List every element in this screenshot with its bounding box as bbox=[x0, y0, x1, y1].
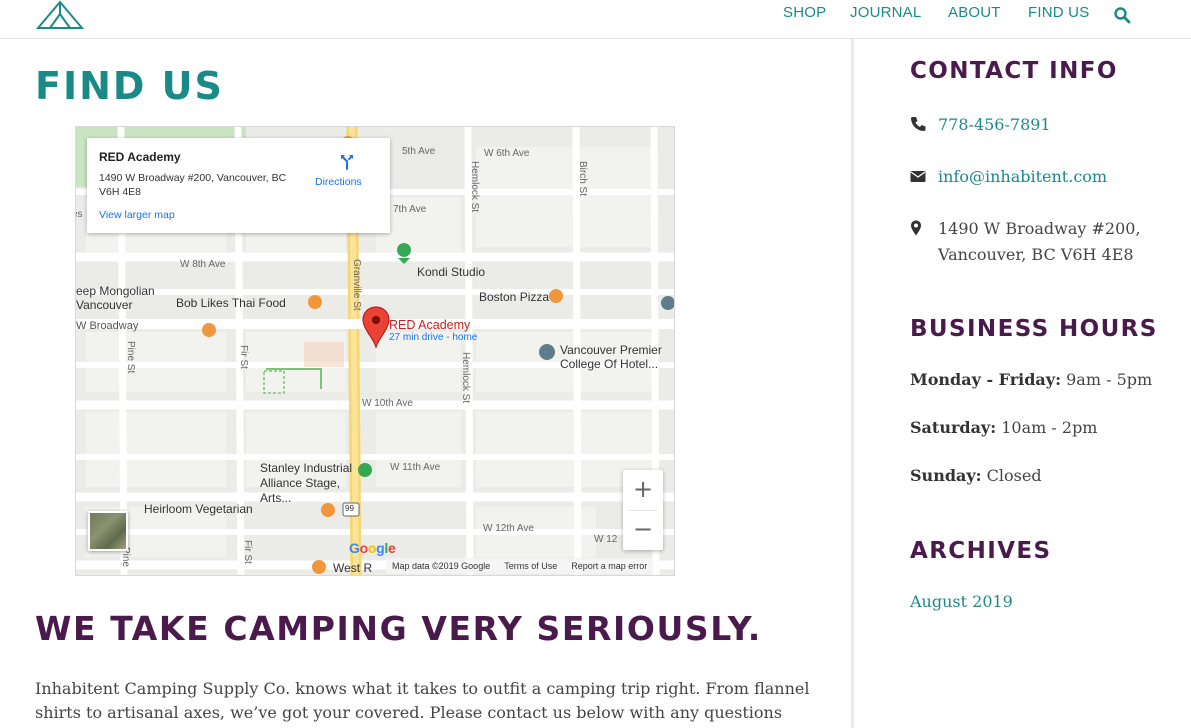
poi-boston-pizza[interactable]: Boston Pizza bbox=[479, 290, 549, 304]
site-header: SHOP JOURNAL ABOUT FIND US bbox=[0, 0, 1191, 39]
hours-day: Sunday: bbox=[910, 466, 982, 485]
poi-bob-likes-thai[interactable]: Bob Likes Thai Food bbox=[176, 296, 286, 310]
archive-link-august-2019[interactable]: August 2019 bbox=[910, 592, 1013, 611]
nav-journal[interactable]: JOURNAL bbox=[850, 4, 921, 21]
street-hemlock-north: Hemlock St bbox=[469, 161, 480, 213]
business-hours-heading: BUSINESS HOURS bbox=[910, 316, 1158, 342]
street-w-12-right: W 12 bbox=[594, 534, 618, 545]
poi-mongolian[interactable]: eep Mongolian Vancouver bbox=[76, 284, 186, 312]
archives-heading: ARCHIVES bbox=[910, 538, 1052, 564]
map-data-credit: Map data ©2019 Google bbox=[392, 561, 491, 571]
zoom-out-button[interactable]: − bbox=[623, 510, 663, 550]
place-address: 1490 W Broadway #200, Vancouver, BC V6H … bbox=[99, 172, 287, 198]
contact-email: info@inhabitent.com bbox=[910, 164, 1170, 190]
terms-of-use-link[interactable]: Terms of Use bbox=[504, 561, 557, 571]
google-logo: Google bbox=[349, 540, 396, 556]
street-fir-south: Fir St bbox=[242, 540, 253, 564]
envelope-icon bbox=[910, 171, 926, 182]
section-heading: WE TAKE CAMPING VERY SERIOUSLY. bbox=[35, 609, 762, 648]
map-marker-icon bbox=[911, 220, 921, 236]
poi-heirloom-vegetarian[interactable]: Heirloom Vegetarian bbox=[144, 502, 253, 516]
street-w-10th-ave: W 10th Ave bbox=[362, 398, 413, 409]
sidebar-divider bbox=[851, 39, 854, 728]
poi-west-r[interactable]: West R bbox=[333, 561, 372, 575]
email-link[interactable]: info@inhabitent.com bbox=[938, 167, 1107, 186]
street-w-6th-ave: W 6th Ave bbox=[484, 148, 530, 159]
phone-icon bbox=[911, 117, 926, 131]
contact-address: 1490 W Broadway #200, Vancouver, BC V6H … bbox=[910, 216, 1170, 268]
street-5th-ave: 5th Ave bbox=[402, 146, 436, 157]
directions-icon[interactable] bbox=[337, 152, 357, 172]
nav-shop[interactable]: SHOP bbox=[783, 4, 826, 21]
pin-sublabel: 27 min drive - home bbox=[389, 332, 478, 343]
hours-day: Monday - Friday: bbox=[910, 370, 1061, 389]
zoom-control: + − bbox=[623, 470, 663, 550]
hours-sunday: Sunday: Closed bbox=[910, 466, 1042, 485]
hours-time: 9am - 5pm bbox=[1066, 370, 1153, 389]
tent-logo-icon[interactable] bbox=[36, 0, 84, 30]
nav-about[interactable]: ABOUT bbox=[948, 4, 1001, 21]
hours-saturday: Saturday: 10am - 2pm bbox=[910, 418, 1097, 437]
view-larger-map-link[interactable]: View larger map bbox=[99, 209, 175, 221]
page-title: FIND US bbox=[35, 64, 224, 108]
report-map-error-link[interactable]: Report a map error bbox=[571, 561, 647, 571]
hours-weekday: Monday - Friday: 9am - 5pm bbox=[910, 370, 1152, 389]
contact-phone: 778-456-7891 bbox=[910, 112, 1170, 138]
nav-find-us[interactable]: FIND US bbox=[1028, 4, 1089, 21]
street-w-12th-ave: W 12th Ave bbox=[483, 523, 534, 534]
street-hemlock-south: Hemlock St bbox=[460, 352, 471, 404]
phone-link[interactable]: 778-456-7891 bbox=[938, 115, 1051, 134]
place-name: RED Academy bbox=[99, 150, 181, 164]
street-w-11th-ave: W 11th Ave bbox=[390, 462, 441, 473]
street-7th-ave: 7th Ave bbox=[393, 204, 427, 215]
street-birch: Birch St bbox=[577, 161, 588, 197]
address-text: 1490 W Broadway #200, Vancouver, BC V6H … bbox=[938, 219, 1141, 264]
directions-link[interactable]: Directions bbox=[315, 176, 362, 188]
contact-info-heading: CONTACT INFO bbox=[910, 58, 1118, 84]
satellite-toggle[interactable] bbox=[88, 511, 128, 551]
map-info-card: RED Academy 1490 W Broadway #200, Vancou… bbox=[87, 138, 390, 233]
street-granville: Granville St bbox=[351, 259, 362, 311]
google-map[interactable]: W 6th Ave 7th Ave W 8th Ave W Broadway W… bbox=[75, 126, 675, 576]
street-fir: Fir St bbox=[238, 345, 249, 369]
hours-time: 10am - 2pm bbox=[1001, 418, 1098, 437]
street-w-8th-ave: W 8th Ave bbox=[180, 259, 226, 270]
hours-time: Closed bbox=[986, 466, 1042, 485]
zoom-in-button[interactable]: + bbox=[623, 470, 663, 510]
poi-vancouver-premier[interactable]: Vancouver Premier College Of Hotel... bbox=[560, 343, 674, 371]
intro-paragraph: Inhabitent Camping Supply Co. knows what… bbox=[35, 679, 810, 722]
street-partial-es: es bbox=[76, 209, 83, 220]
poi-stanley-industrial[interactable]: Stanley Industrial Alliance Stage, Arts.… bbox=[260, 461, 360, 506]
hours-day: Saturday: bbox=[910, 418, 997, 437]
pin-label[interactable]: RED Academy bbox=[389, 318, 470, 332]
search-icon[interactable] bbox=[1113, 6, 1131, 24]
map-footer: Map data ©2019 Google Terms of Use Repor… bbox=[386, 558, 654, 574]
street-pine: Pine St bbox=[125, 341, 136, 374]
street-w-broadway: W Broadway bbox=[76, 320, 139, 332]
poi-kondi-studio[interactable]: Kondi Studio bbox=[417, 265, 485, 279]
